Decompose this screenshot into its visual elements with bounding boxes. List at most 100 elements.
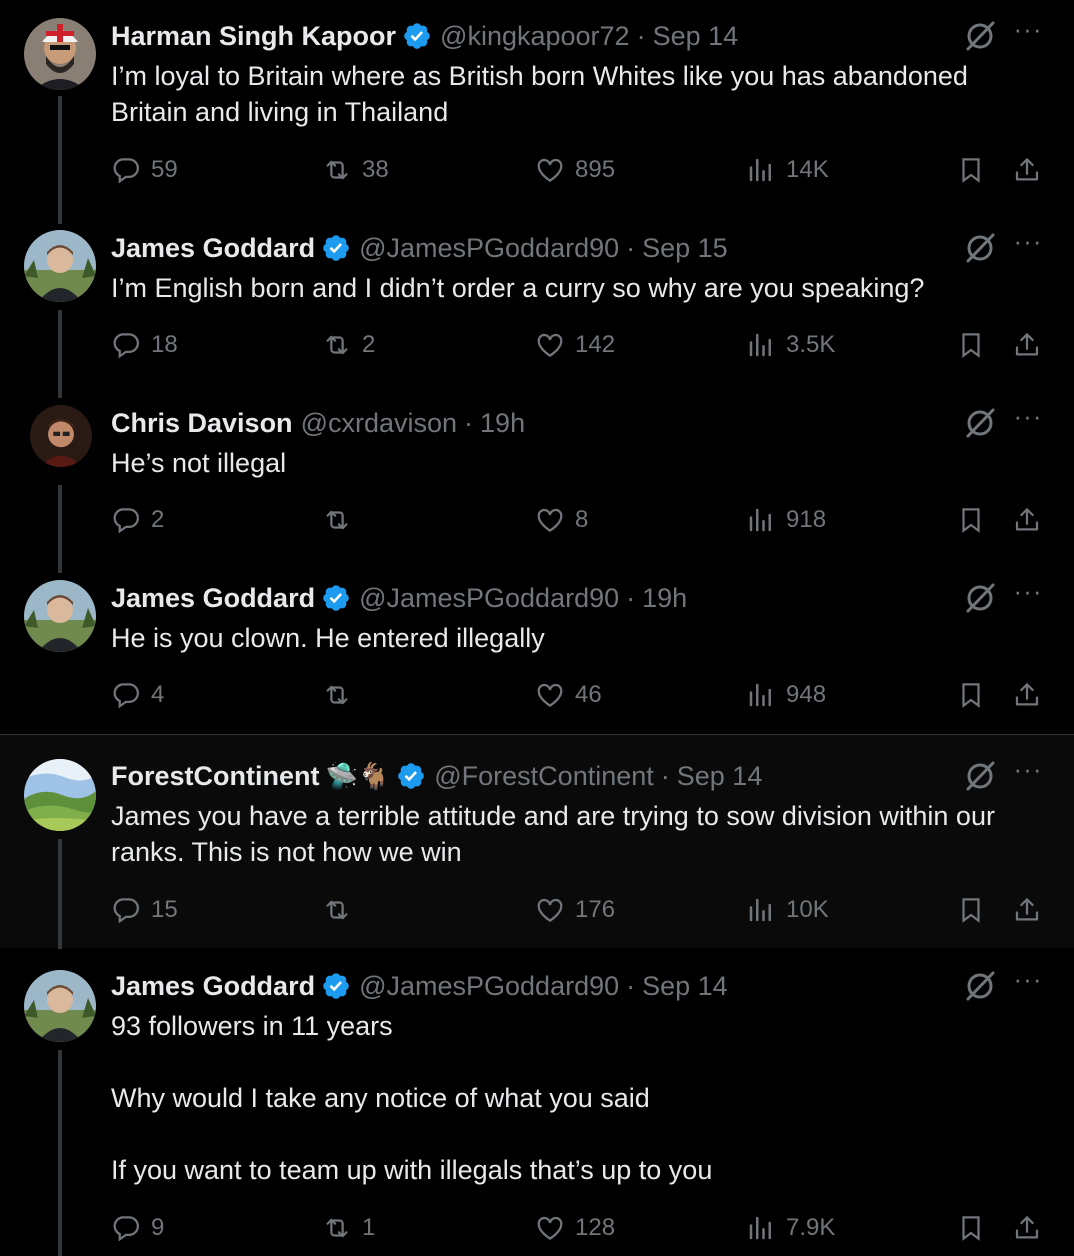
separator: · [626, 232, 636, 263]
grok-icon[interactable] [962, 580, 998, 616]
like-button[interactable]: 142 [535, 325, 615, 365]
avatar[interactable] [24, 970, 96, 1042]
author-handle[interactable]: @kingkapoor72 [440, 21, 630, 52]
grok-icon[interactable] [962, 758, 998, 794]
reply-button[interactable]: 9 [111, 1208, 164, 1248]
author-handle[interactable]: @ForestContinent [434, 761, 654, 792]
repost-button[interactable]: 1 [322, 1208, 375, 1248]
timestamp[interactable]: Sep 14 [642, 971, 728, 1002]
author-name[interactable]: James Goddard [111, 971, 315, 1002]
views-button[interactable]: 948 [746, 675, 826, 715]
like-button[interactable]: 895 [535, 150, 615, 190]
grok-icon[interactable] [962, 230, 998, 266]
share-button[interactable] [1012, 675, 1042, 715]
reply-count: 2 [151, 506, 165, 533]
views-button[interactable]: 918 [746, 500, 826, 540]
repost-icon [326, 1218, 348, 1238]
timestamp[interactable]: Sep 14 [653, 21, 739, 52]
timestamp[interactable]: 19h [480, 408, 525, 439]
views-count: 10K [786, 896, 829, 923]
tweet[interactable]: Chris Davison @cxrdavison · 19h ··· He’s… [0, 383, 1074, 573]
author-handle[interactable]: @JamesPGoddard90 [359, 971, 619, 1002]
bookmark-button[interactable] [956, 150, 986, 190]
bookmark-button[interactable] [956, 675, 986, 715]
views-button[interactable]: 7.9K [746, 1208, 835, 1248]
bookmark-icon [962, 683, 980, 708]
reply-button[interactable]: 18 [111, 325, 178, 365]
avatar[interactable] [24, 230, 96, 302]
author-name[interactable]: James Goddard [111, 583, 315, 614]
share-button[interactable] [1012, 890, 1042, 930]
tweet[interactable]: James Goddard @JamesPGoddard90 · Sep 14 … [0, 948, 1074, 1256]
avatar[interactable] [24, 580, 96, 652]
action-bar: 2 8 918 [0, 500, 1074, 540]
repost-button[interactable] [322, 500, 362, 540]
like-count: 46 [575, 681, 602, 708]
like-button[interactable]: 176 [535, 890, 615, 930]
bookmark-button[interactable] [956, 325, 986, 365]
timestamp[interactable]: Sep 14 [677, 761, 763, 792]
author-name[interactable]: ForestContinent [111, 761, 320, 792]
repost-button[interactable] [322, 675, 362, 715]
like-button[interactable]: 8 [535, 500, 588, 540]
separator: · [626, 970, 636, 1001]
like-button[interactable]: 46 [535, 675, 602, 715]
author-name[interactable]: James Goddard [111, 233, 315, 264]
reply-count: 4 [151, 681, 165, 708]
tweet-text: He is you clown. He entered illegally [111, 623, 545, 653]
more-icon[interactable]: ··· [1010, 228, 1046, 266]
reply-button[interactable]: 4 [111, 675, 164, 715]
bookmark-button[interactable] [956, 500, 986, 540]
timestamp[interactable]: 19h [642, 583, 687, 614]
reply-button[interactable]: 2 [111, 500, 164, 540]
author-handle[interactable]: @JamesPGoddard90 [359, 583, 619, 614]
tweet-highlighted[interactable]: ForestContinent 🛸🐐 @ForestContinent · Se… [0, 734, 1074, 949]
share-button[interactable] [1012, 500, 1042, 540]
bookmark-button[interactable] [956, 1208, 986, 1248]
more-icon[interactable]: ··· [1010, 403, 1046, 441]
share-button[interactable] [1012, 150, 1042, 190]
reply-button[interactable]: 15 [111, 890, 178, 930]
like-count: 128 [575, 1214, 616, 1241]
like-button[interactable]: 128 [535, 1208, 615, 1248]
share-button[interactable] [1012, 1208, 1042, 1248]
grok-icon[interactable] [962, 18, 998, 54]
tweet[interactable]: James Goddard @JamesPGoddard90 · 19h ···… [0, 558, 1074, 734]
bookmark-icon [962, 508, 980, 533]
bookmark-button[interactable] [956, 890, 986, 930]
bookmark-icon [962, 333, 980, 358]
separator: · [464, 407, 474, 438]
avatar[interactable] [30, 405, 92, 467]
repost-button[interactable]: 2 [322, 325, 375, 365]
like-count: 176 [575, 896, 616, 923]
avatar[interactable] [24, 18, 96, 90]
separator: · [636, 20, 646, 51]
views-icon [749, 508, 771, 532]
tweet[interactable]: Harman Singh Kapoor @kingkapoor72 · Sep … [0, 0, 1074, 224]
timestamp[interactable]: Sep 15 [642, 233, 728, 264]
more-icon[interactable]: ··· [1010, 16, 1046, 54]
avatar[interactable] [24, 759, 96, 831]
more-icon[interactable]: ··· [1010, 756, 1046, 794]
grok-icon[interactable] [962, 405, 998, 441]
author-handle[interactable]: @JamesPGoddard90 [359, 233, 619, 264]
repost-button[interactable]: 38 [322, 150, 389, 190]
views-button[interactable]: 3.5K [746, 325, 835, 365]
author-name[interactable]: Harman Singh Kapoor [111, 21, 396, 52]
more-icon[interactable]: ··· [1010, 578, 1046, 616]
share-button[interactable] [1012, 325, 1042, 365]
tweet[interactable]: James Goddard @JamesPGoddard90 · Sep 15 … [0, 208, 1074, 398]
more-icon[interactable]: ··· [1010, 966, 1046, 1004]
share-icon [1015, 158, 1039, 181]
reply-button[interactable]: 59 [111, 150, 178, 190]
author-name[interactable]: Chris Davison [111, 408, 293, 439]
bookmark-icon [962, 158, 980, 183]
author-handle[interactable]: @cxrdavison [301, 408, 457, 439]
views-button[interactable]: 14K [746, 150, 829, 190]
repost-button[interactable] [322, 890, 362, 930]
grok-icon[interactable] [962, 968, 998, 1004]
verified-badge-icon [321, 583, 351, 613]
views-button[interactable]: 10K [746, 890, 829, 930]
action-bar: 9 1 128 7.9K [0, 1208, 1074, 1248]
action-bar: 4 46 948 [0, 675, 1074, 715]
